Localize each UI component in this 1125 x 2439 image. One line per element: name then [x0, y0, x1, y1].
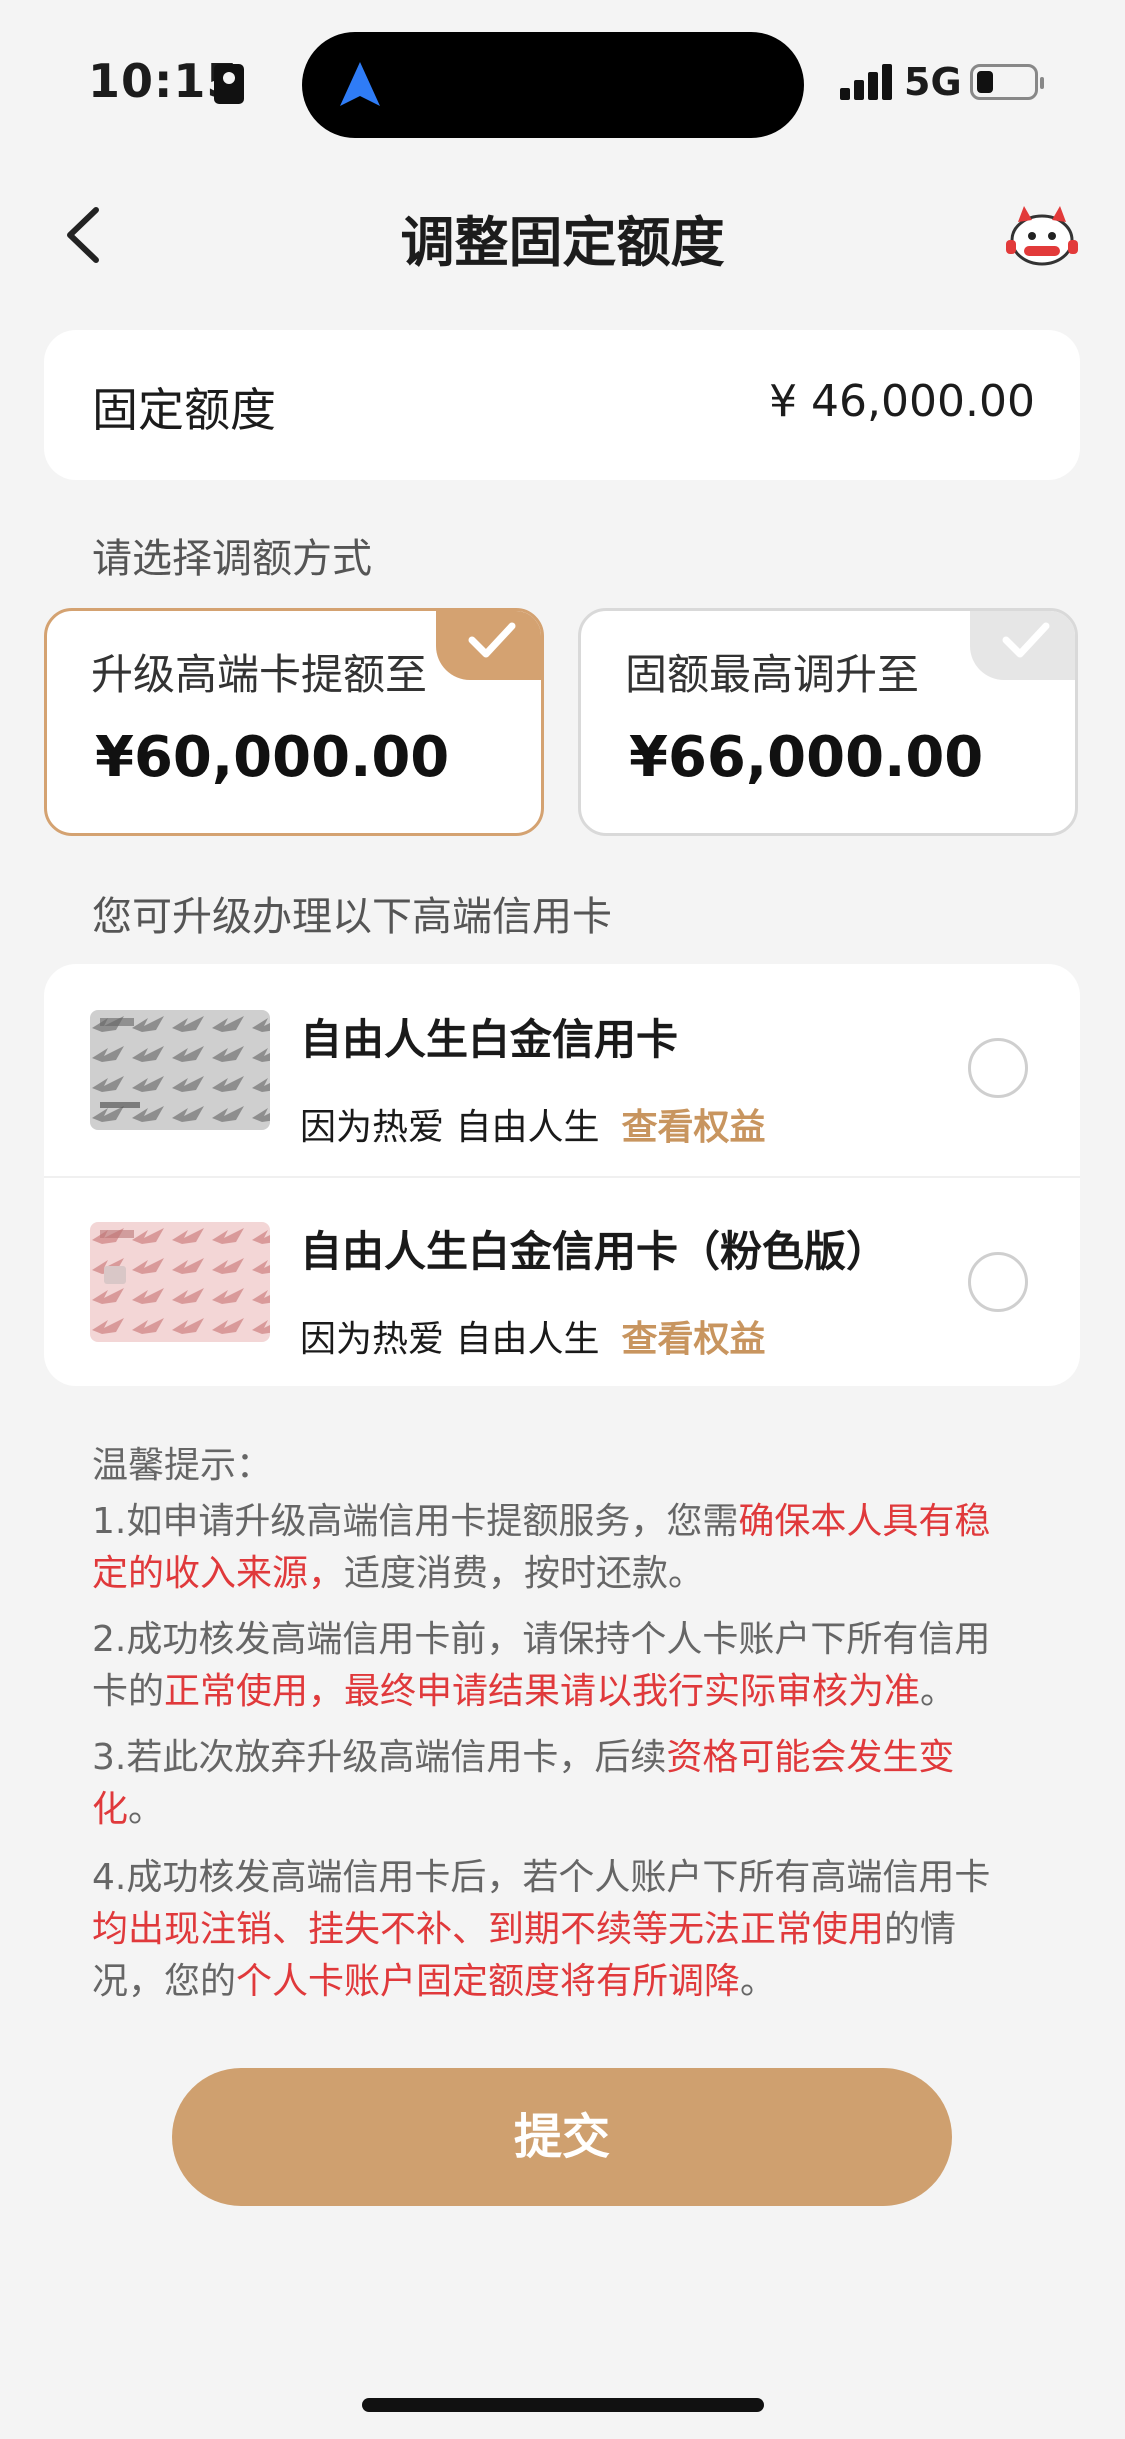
card-desc-row: 因为热爱 自由人生 查看权益	[300, 1098, 765, 1150]
card-name: 自由人生白金信用卡	[300, 1015, 679, 1064]
tip-item: 1.如申请升级高端信用卡提额服务，您需确保本人具有稳定的收入来源，适度消费，按时…	[92, 1501, 991, 1594]
fixed-limit-label: 固定额度	[92, 383, 276, 437]
mascot-button[interactable]	[1004, 200, 1080, 270]
tip-item: 2.成功核发高端信用卡前，请保持个人卡账户下所有信用卡的正常使用，最终申请结果请…	[92, 1619, 991, 1712]
view-benefits-link[interactable]: 查看权益	[621, 1319, 765, 1360]
network-type: 5G	[904, 60, 962, 104]
method-prompt: 请选择调额方式	[92, 536, 372, 582]
tip-item: 3.若此次放弃升级高端信用卡，后续资格可能会发生变化。	[92, 1737, 955, 1830]
navigation-arrow-icon	[340, 62, 380, 106]
option-max-raise[interactable]: 固额最高调升至 ¥66,000.00	[578, 608, 1078, 836]
option-label: 升级高端卡提额至	[91, 650, 428, 699]
view-benefits-link[interactable]: 查看权益	[621, 1107, 765, 1148]
page-title: 调整固定额度	[400, 211, 725, 274]
dynamic-island	[302, 32, 804, 138]
mascot-icon	[1006, 206, 1078, 266]
check-icon	[1002, 622, 1050, 658]
option-value: ¥60,000.00	[95, 725, 450, 790]
card-desc: 因为热爱 自由人生	[300, 1319, 600, 1360]
unselected-corner	[970, 611, 1075, 680]
tips-title: 温馨提示：	[92, 1445, 273, 1486]
check-icon	[468, 622, 516, 658]
battery-icon	[970, 64, 1044, 100]
card-desc: 因为热爱 自由人生	[300, 1107, 600, 1148]
divider	[44, 1176, 1080, 1178]
fixed-limit-value: ¥ 46,000.00	[769, 376, 1035, 427]
person-icon	[214, 64, 244, 104]
card-name: 自由人生白金信用卡（粉色版）	[300, 1227, 889, 1276]
card-image-platinum	[90, 1010, 270, 1130]
card-image-platinum-pink	[90, 1222, 270, 1342]
card-radio[interactable]	[968, 1252, 1028, 1312]
submit-button[interactable]: 提交	[172, 2068, 952, 2206]
signal-icon	[840, 64, 896, 100]
option-upgrade-card[interactable]: 升级高端卡提额至 ¥60,000.00	[44, 608, 544, 836]
tip-item: 4.成功核发高端信用卡后，若个人账户下所有高端信用卡均出现注销、挂失不补、到期不…	[92, 1857, 991, 2002]
home-indicator[interactable]	[362, 2398, 764, 2412]
selected-corner	[436, 611, 541, 680]
cards-prompt: 您可升级办理以下高端信用卡	[92, 894, 612, 940]
card-radio[interactable]	[968, 1038, 1028, 1098]
card-desc-row: 因为热爱 自由人生 查看权益	[300, 1310, 765, 1362]
option-value: ¥66,000.00	[629, 725, 984, 790]
option-label: 固额最高调升至	[625, 650, 920, 699]
